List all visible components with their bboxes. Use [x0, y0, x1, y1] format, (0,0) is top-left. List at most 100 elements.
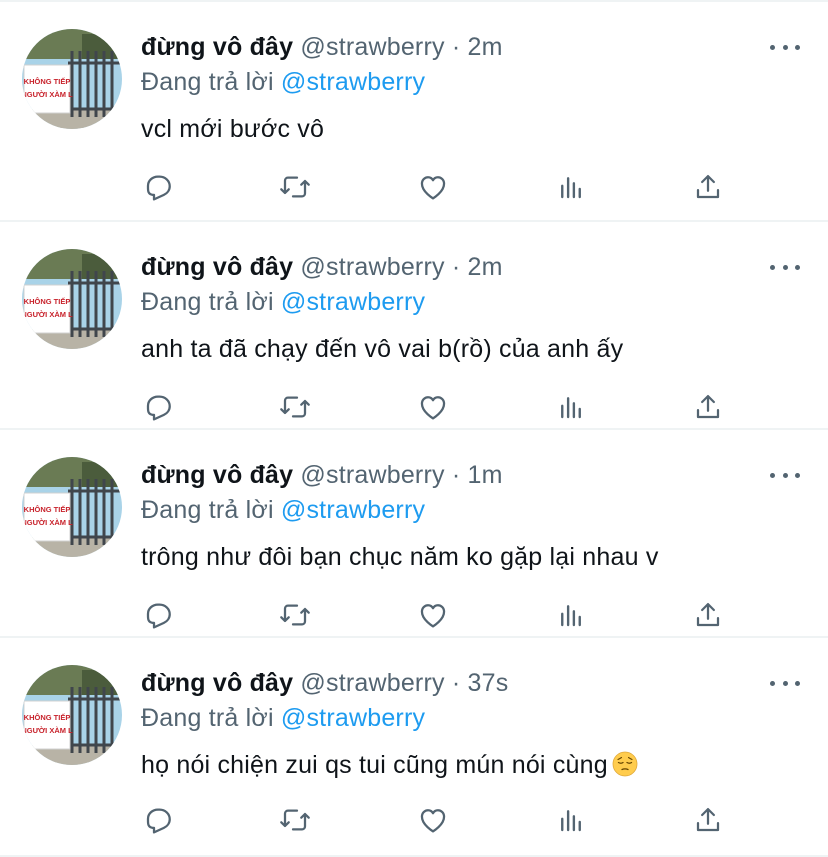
share-icon	[693, 805, 723, 835]
more-options-icon[interactable]	[770, 465, 800, 485]
like-icon	[417, 171, 449, 203]
svg-text:NGƯỜI XÀM L: NGƯỜI XÀM L	[22, 518, 73, 527]
retweet-button[interactable]	[275, 387, 315, 427]
tweet-header: đừng vô đây @strawberry · 1m	[141, 460, 503, 490]
replying-to-label: Đang trả lời	[141, 68, 274, 96]
analytics-button[interactable]	[551, 387, 591, 427]
timestamp[interactable]: 37s	[468, 669, 509, 697]
more-options-icon[interactable]	[770, 257, 800, 277]
replying-to-mention[interactable]: @strawberry	[281, 288, 425, 316]
svg-text:KHÔNG TIẾP: KHÔNG TIẾP	[24, 296, 71, 306]
tweet-text: anh ta đã chạy đến vô vai b(rồ) của anh …	[141, 333, 623, 365]
avatar[interactable]: KHÔNG TIẾP NGƯỜI XÀM L	[22, 665, 122, 765]
handle[interactable]: @strawberry	[300, 461, 444, 489]
analytics-icon	[556, 172, 586, 202]
like-button[interactable]	[413, 167, 453, 207]
share-button[interactable]	[688, 167, 728, 207]
replying-to: Đang trả lời @strawberry	[141, 495, 425, 525]
display-name[interactable]: đừng vô đây	[141, 461, 293, 489]
analytics-icon	[556, 392, 586, 422]
like-button[interactable]	[413, 800, 453, 840]
replying-to-mention[interactable]: @strawberry	[281, 704, 425, 732]
like-button[interactable]	[413, 595, 453, 635]
like-button[interactable]	[413, 387, 453, 427]
share-button[interactable]	[688, 800, 728, 840]
like-icon	[417, 804, 449, 836]
tweet-4[interactable]: KHÔNG TIẾP NGƯỜI XÀM L đừng vô đây @strawb…	[0, 638, 828, 857]
timestamp[interactable]: 2m	[468, 33, 503, 61]
separator-dot: ·	[451, 253, 461, 281]
retweet-icon	[278, 599, 312, 631]
analytics-button[interactable]	[551, 167, 591, 207]
reply-icon	[142, 391, 174, 423]
timestamp[interactable]: 2m	[468, 253, 503, 281]
reply-button[interactable]	[138, 387, 178, 427]
tweet-1[interactable]: KHÔNG TIẾP NGƯỜI XÀM L đừng vô đây @strawb…	[0, 2, 828, 222]
reply-button[interactable]	[138, 595, 178, 635]
tweet-text: vcl mới bước vô	[141, 113, 324, 145]
share-button[interactable]	[688, 387, 728, 427]
replying-to-mention[interactable]: @strawberry	[281, 68, 425, 96]
tweet-header: đừng vô đây @strawberry · 2m	[141, 252, 503, 282]
svg-text:NGƯỜI XÀM L: NGƯỜI XÀM L	[22, 310, 73, 319]
share-button[interactable]	[688, 595, 728, 635]
analytics-icon	[556, 600, 586, 630]
tweet-3[interactable]: KHÔNG TIẾP NGƯỜI XÀM L đừng vô đây @strawb…	[0, 430, 828, 638]
retweet-icon	[278, 804, 312, 836]
reply-button[interactable]	[138, 800, 178, 840]
share-icon	[693, 600, 723, 630]
analytics-icon	[556, 805, 586, 835]
separator-dot: ·	[451, 461, 461, 489]
replying-to-label: Đang trả lời	[141, 704, 274, 732]
separator-dot: ·	[451, 669, 461, 697]
tweet-text-content: vcl mới bước vô	[141, 115, 325, 143]
more-options-icon[interactable]	[770, 673, 800, 693]
tweet-text: họ nói chiện zui qs tui cũng mún nói cùn…	[141, 749, 638, 781]
display-name[interactable]: đừng vô đây	[141, 253, 293, 281]
separator-dot: ·	[451, 33, 461, 61]
replying-to-label: Đang trả lời	[141, 288, 274, 316]
tweet-header: đừng vô đây @strawberry · 37s	[141, 668, 508, 698]
display-name[interactable]: đừng vô đây	[141, 33, 293, 61]
avatar[interactable]: KHÔNG TIẾP NGƯỜI XÀM L	[22, 249, 122, 349]
handle[interactable]: @strawberry	[300, 33, 444, 61]
tweet-text-content: trông như đôi bạn chục năm ko gặp lại nh…	[141, 543, 659, 571]
timestamp[interactable]: 1m	[468, 461, 503, 489]
tweet-text: trông như đôi bạn chục năm ko gặp lại nh…	[141, 541, 659, 573]
svg-text:NGƯỜI XÀM L: NGƯỜI XÀM L	[22, 726, 73, 735]
retweet-button[interactable]	[275, 800, 315, 840]
like-icon	[417, 391, 449, 423]
svg-text:KHÔNG TIẾP: KHÔNG TIẾP	[24, 712, 71, 722]
tweet-header: đừng vô đây @strawberry · 2m	[141, 32, 503, 62]
replying-to: Đang trả lời @strawberry	[141, 287, 425, 317]
reply-icon	[142, 171, 174, 203]
reply-button[interactable]	[138, 167, 178, 207]
display-name[interactable]: đừng vô đây	[141, 669, 293, 697]
retweet-icon	[278, 171, 312, 203]
avatar[interactable]: KHÔNG TIẾP NGƯỜI XÀM L	[22, 457, 122, 557]
tweet-text-content: anh ta đã chạy đến vô vai b(rồ) của anh …	[141, 335, 624, 363]
analytics-button[interactable]	[551, 800, 591, 840]
svg-text:KHÔNG TIẾP: KHÔNG TIẾP	[24, 504, 71, 514]
replying-to: Đang trả lời @strawberry	[141, 67, 425, 97]
more-options-icon[interactable]	[770, 37, 800, 57]
retweet-icon	[278, 391, 312, 423]
retweet-button[interactable]	[275, 167, 315, 207]
share-icon	[693, 172, 723, 202]
tweet-text-content: họ nói chiện zui qs tui cũng mún nói cùn…	[141, 751, 608, 779]
tweet-2[interactable]: KHÔNG TIẾP NGƯỜI XÀM L đừng vô đây @strawb…	[0, 222, 828, 430]
svg-text:NGƯỜI XÀM L: NGƯỜI XÀM L	[22, 90, 73, 99]
pensive-face-emoji	[612, 751, 638, 777]
analytics-button[interactable]	[551, 595, 591, 635]
handle[interactable]: @strawberry	[300, 253, 444, 281]
replying-to-label: Đang trả lời	[141, 496, 274, 524]
retweet-button[interactable]	[275, 595, 315, 635]
replying-to: Đang trả lời @strawberry	[141, 703, 425, 733]
reply-icon	[142, 804, 174, 836]
replying-to-mention[interactable]: @strawberry	[281, 496, 425, 524]
svg-text:KHÔNG TIẾP: KHÔNG TIẾP	[24, 76, 71, 86]
handle[interactable]: @strawberry	[300, 669, 444, 697]
like-icon	[417, 599, 449, 631]
reply-icon	[142, 599, 174, 631]
avatar[interactable]: KHÔNG TIẾP NGƯỜI XÀM L	[22, 29, 122, 129]
